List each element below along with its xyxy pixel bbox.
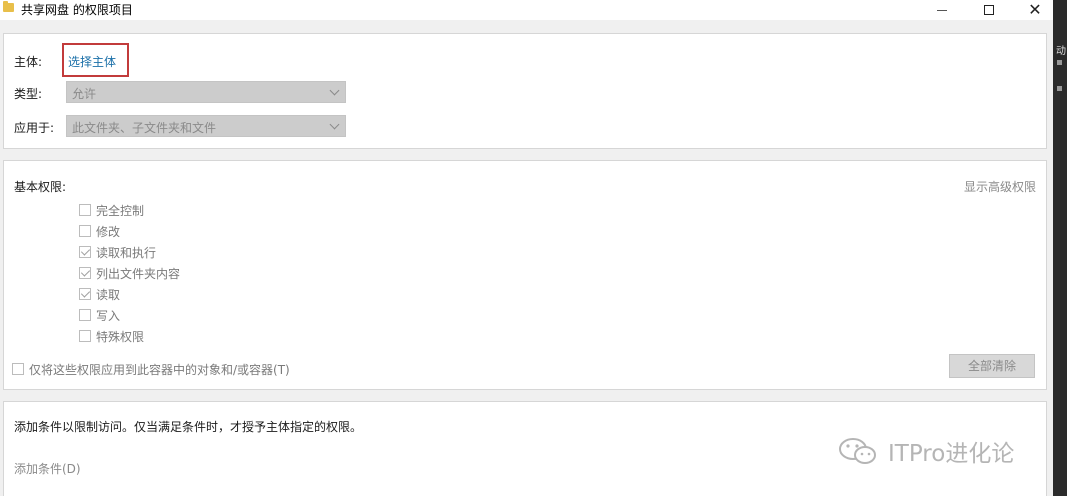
wechat-icon	[839, 438, 876, 464]
minimize-icon	[937, 9, 947, 11]
show-advanced-permissions-link[interactable]: 显示高级权限	[964, 178, 1036, 195]
close-icon: ✕	[1028, 0, 1042, 19]
permission-label: 修改	[96, 225, 121, 239]
permission-label: 读取	[96, 288, 121, 302]
chevron-down-icon	[329, 85, 340, 96]
principal-label: 主体:	[14, 55, 43, 69]
applies-to-label: 应用于:	[14, 121, 55, 135]
maximize-icon	[984, 5, 994, 15]
window-title: 共享网盘 的权限项目	[21, 3, 133, 17]
adjacent-window-mark	[1057, 86, 1062, 91]
adjacent-window-edge: 动	[1053, 0, 1067, 496]
maximize-button[interactable]	[966, 0, 1012, 20]
permission-label: 读取和执行	[96, 246, 157, 260]
checkbox[interactable]	[79, 330, 91, 342]
watermark: ITPro进化论	[838, 433, 1014, 469]
permission-label: 完全控制	[96, 204, 145, 218]
adjacent-window-mark	[1057, 60, 1062, 65]
title-bar: 共享网盘 的权限项目 ✕	[0, 0, 1053, 20]
checkbox-checked[interactable]	[79, 246, 91, 258]
applies-to-select-value: 此文件夹、子文件夹和文件	[72, 121, 217, 135]
checkbox[interactable]	[12, 363, 24, 375]
checkbox[interactable]	[79, 204, 91, 216]
applies-to-select[interactable]: 此文件夹、子文件夹和文件	[66, 115, 346, 137]
permission-label: 特殊权限	[96, 330, 145, 344]
conditions-description: 添加条件以限制访问。仅当满足条件时，才授予主体指定的权限。	[14, 420, 363, 434]
permission-label: 写入	[96, 309, 121, 323]
type-label: 类型:	[14, 87, 43, 101]
clear-all-button[interactable]: 全部清除	[949, 354, 1035, 378]
apply-only-label: 仅将这些权限应用到此容器中的对象和/或容器(T)	[29, 363, 290, 377]
chevron-down-icon	[329, 119, 340, 130]
checkbox-checked[interactable]	[79, 267, 91, 279]
checkbox-checked[interactable]	[79, 288, 91, 300]
adjacent-window-text: 动	[1056, 46, 1066, 57]
watermark-text: ITPro进化论	[888, 441, 1015, 467]
type-select-value: 允许	[72, 87, 97, 101]
checkbox[interactable]	[79, 225, 91, 237]
close-button[interactable]: ✕	[1012, 0, 1058, 20]
basic-permissions-heading: 基本权限:	[14, 180, 67, 194]
principal-panel: 主体: 选择主体 类型: 允许 应用于: 此文件夹、子文件夹和文件	[3, 33, 1047, 149]
checkbox[interactable]	[79, 309, 91, 321]
permissions-panel: 基本权限: 显示高级权限 完全控制 修改 读取和执行 列出文件夹内容 读取 写入…	[3, 160, 1047, 390]
add-condition-link[interactable]: 添加条件(D)	[14, 460, 81, 477]
permission-label: 列出文件夹内容	[96, 267, 181, 281]
type-select[interactable]: 允许	[66, 81, 346, 103]
select-principal-link[interactable]: 选择主体	[68, 53, 116, 70]
minimize-button[interactable]	[919, 0, 965, 20]
folder-icon	[3, 1, 14, 12]
